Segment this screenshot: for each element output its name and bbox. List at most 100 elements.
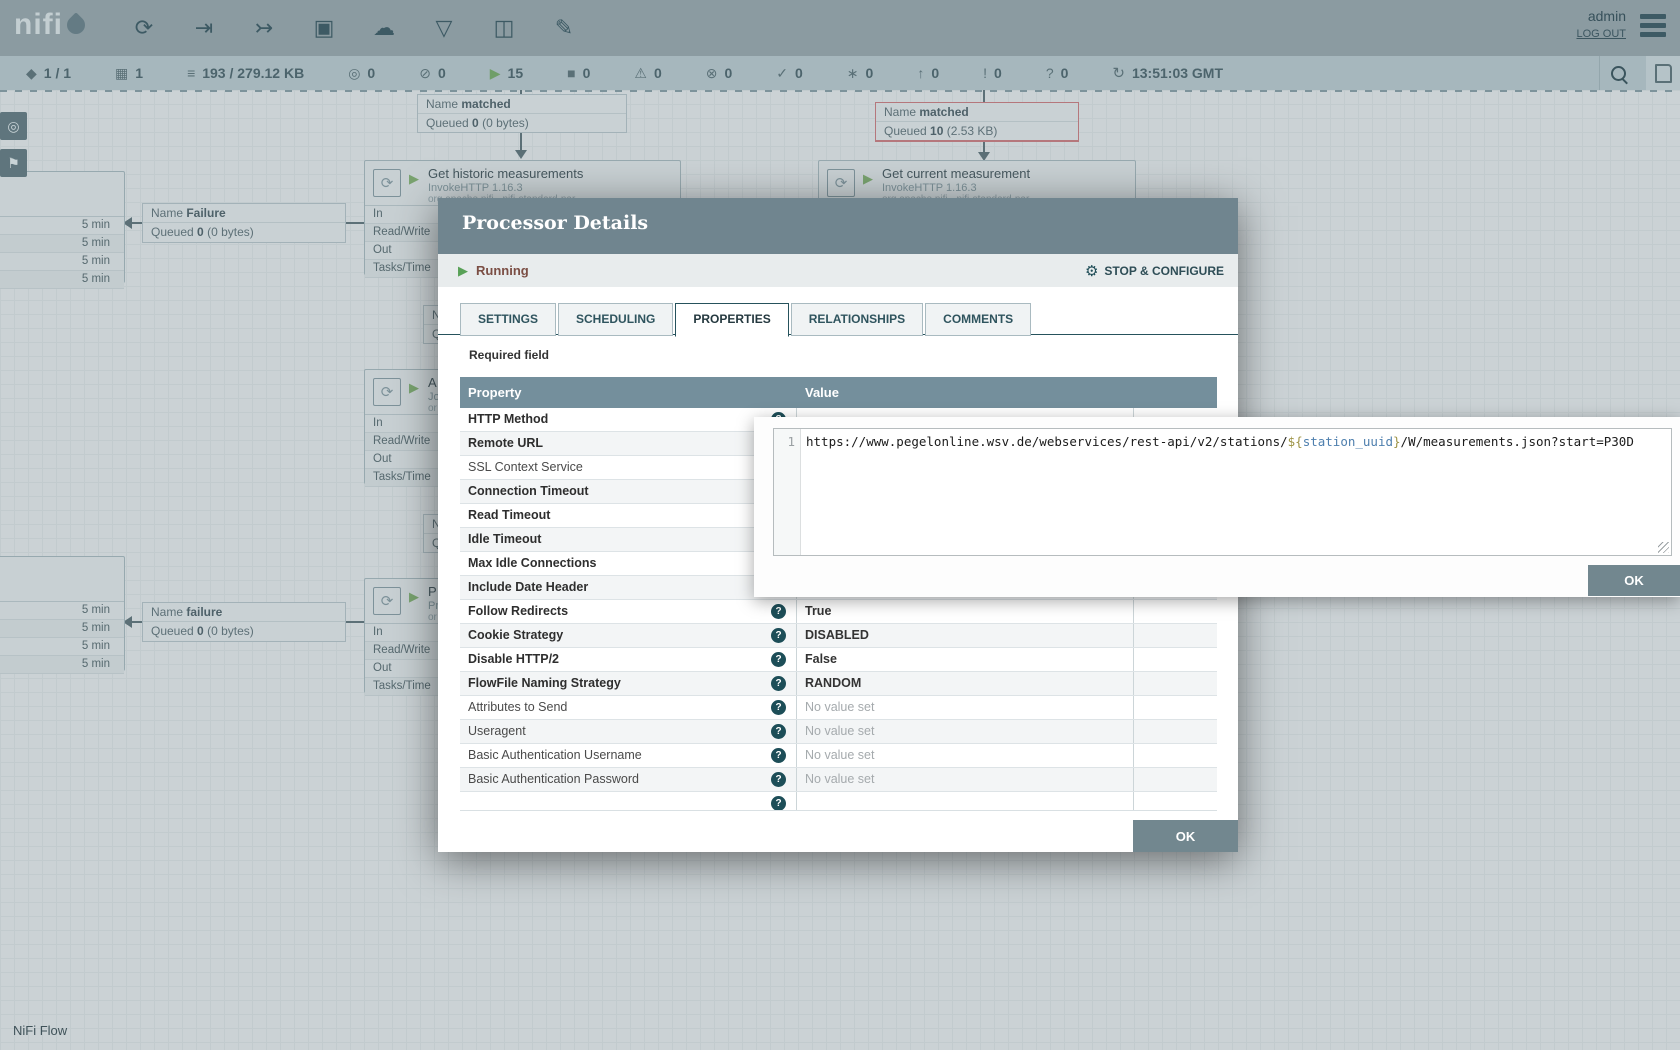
properties-table-header: Property Value	[460, 377, 1217, 408]
label-icon[interactable]: ✎	[548, 12, 580, 44]
url-token: ${	[1288, 434, 1303, 449]
refresh-icon[interactable]: ↻	[1112, 64, 1125, 82]
template-icon[interactable]: ◫	[488, 12, 520, 44]
editor-resize-handle[interactable]	[1658, 542, 1669, 553]
processor-run-icon: ▶	[863, 171, 873, 187]
connection-name-row: Name Failure	[143, 204, 345, 223]
invalid-icon: ⚠	[634, 65, 647, 82]
editor-code-line[interactable]: https://www.pegelonline.wsv.de/webservic…	[806, 434, 1665, 449]
property-value[interactable]: RANDOM	[797, 672, 1134, 695]
stop-and-configure-button[interactable]: ⚙ STOP & CONFIGURE	[1085, 262, 1224, 280]
nifi-app: nifi ⟳⇥↣▣☁▽◫✎ admin LOG OUT ◆1 / 1▦1≡193…	[0, 0, 1680, 1050]
dialog-ok-button[interactable]: OK	[1133, 820, 1238, 852]
funnel-icon[interactable]: ▽	[428, 12, 460, 44]
property-row: FlowFile Naming Strategy?RANDOM	[460, 672, 1217, 696]
status-locally-modified: ∗0	[847, 65, 874, 82]
value-editor[interactable]: 1 https://www.pegelonline.wsv.de/webserv…	[773, 428, 1672, 556]
status-disabled: ⊗0	[706, 65, 733, 82]
property-name: Disable HTTP/2?	[460, 648, 797, 671]
help-icon[interactable]: ?	[771, 652, 786, 667]
help-icon[interactable]: ?	[771, 628, 786, 643]
output-port-icon[interactable]: ↣	[248, 12, 280, 44]
active-threads-count: 1	[135, 65, 143, 81]
stale-icon: ↑	[917, 65, 924, 81]
tab-scheduling[interactable]: SCHEDULING	[558, 303, 673, 336]
help-icon[interactable]: ?	[771, 604, 786, 619]
processor-node[interactable]: 5 min5 min5 min5 min	[0, 556, 125, 671]
property-extra-cell	[1134, 672, 1217, 695]
property-value[interactable]: False	[797, 648, 1134, 671]
status-invalid: ⚠0	[634, 65, 661, 82]
process-group-icon[interactable]: ▣	[308, 12, 340, 44]
property-name: FlowFile Naming Strategy?	[460, 672, 797, 695]
canvas-ruler	[0, 90, 1680, 92]
processor-node[interactable]: 5 min5 min5 min5 min	[0, 171, 125, 283]
locally-modified-icon: ∗	[847, 65, 859, 82]
property-name: Basic Authentication Password?	[460, 768, 797, 791]
property-extra-cell	[1134, 744, 1217, 767]
breadcrumb[interactable]: NiFi Flow	[13, 1023, 67, 1038]
panel-toggle-button[interactable]	[1646, 56, 1680, 90]
help-icon[interactable]: ?	[771, 676, 786, 691]
processor-type: InvokeHTTP 1.16.3	[428, 182, 523, 194]
running-count: 15	[508, 65, 524, 81]
search-button[interactable]	[1599, 56, 1636, 90]
processor-name: P	[428, 584, 437, 599]
global-menu-icon[interactable]	[1640, 14, 1666, 41]
app-header: nifi ⟳⇥↣▣☁▽◫✎ admin LOG OUT	[0, 0, 1680, 56]
property-value[interactable]: True	[797, 600, 1134, 623]
processor-stat-value: 5 min	[0, 253, 124, 271]
property-value[interactable]: No value set	[797, 720, 1134, 743]
refresh-time: 13:51:03 GMT	[1132, 65, 1223, 81]
help-icon[interactable]: ?	[771, 796, 786, 811]
help-icon[interactable]: ?	[771, 772, 786, 787]
help-icon[interactable]: ?	[771, 700, 786, 715]
property-name: Include Date Header?	[460, 576, 797, 599]
gear-icon: ⚙	[1085, 262, 1098, 280]
input-port-icon[interactable]: ⇥	[188, 12, 220, 44]
property-row: Follow Redirects?True	[460, 600, 1217, 624]
property-value[interactable]: No value set	[797, 768, 1134, 791]
up-to-date-icon: ✓	[776, 65, 788, 82]
processor-title-area	[0, 172, 124, 217]
connection-label[interactable]: Name FailureQueued 0 (0 bytes)	[142, 203, 346, 243]
stale-count: 0	[931, 65, 939, 81]
connection-queued-row: Queued 0 (0 bytes)	[418, 114, 626, 132]
run-state-label: Running	[476, 263, 529, 278]
processor-stat-value: 5 min	[0, 271, 124, 289]
canvas-item-tag-icon[interactable]: ⚑	[0, 149, 27, 177]
connection-label[interactable]: Name failureQueued 0 (0 bytes)	[142, 602, 346, 642]
tab-properties[interactable]: PROPERTIES	[675, 303, 788, 337]
editor-ok-button[interactable]: OK	[1588, 565, 1680, 596]
property-value[interactable]: No value set	[797, 696, 1134, 719]
logout-link[interactable]: LOG OUT	[1576, 28, 1626, 40]
nifi-logo: nifi	[14, 8, 85, 42]
not-transmitting-icon: ⊘	[419, 65, 431, 82]
help-icon[interactable]: ?	[771, 748, 786, 763]
property-name: ?	[460, 792, 797, 811]
queued-count: 193 / 279.12 KB	[202, 65, 304, 81]
tab-relationships[interactable]: RELATIONSHIPS	[791, 303, 923, 336]
property-row: Disable HTTP/2?False	[460, 648, 1217, 672]
invalid-count: 0	[654, 65, 662, 81]
last-refresh: ↻ 13:51:03 GMT	[1112, 64, 1223, 82]
dialog-status-row: ▶ Running ⚙ STOP & CONFIGURE	[438, 254, 1238, 287]
canvas-item-target-icon[interactable]: ◎	[0, 112, 27, 140]
remote-process-group-icon[interactable]: ☁	[368, 12, 400, 44]
unknown-version-icon: ?	[1046, 65, 1054, 81]
connection-label[interactable]: Name matchedQueued 10 (2.53 KB)	[875, 102, 1079, 141]
processor-icon[interactable]: ⟳	[128, 12, 160, 44]
tab-settings[interactable]: SETTINGS	[460, 303, 556, 336]
up-to-date-count: 0	[795, 65, 803, 81]
property-value[interactable]: No value set	[797, 744, 1134, 767]
sync-failure-count: 0	[994, 65, 1002, 81]
connection-label[interactable]: Name matchedQueued 0 (0 bytes)	[417, 94, 627, 133]
property-value[interactable]	[797, 792, 1134, 811]
active-threads-icon: ▦	[115, 65, 128, 82]
stop-and-configure-label: STOP & CONFIGURE	[1104, 264, 1224, 278]
connection-arrow-icon	[515, 150, 527, 159]
help-icon[interactable]: ?	[771, 724, 786, 739]
tab-comments[interactable]: COMMENTS	[925, 303, 1031, 336]
url-token: /W/measurements.json?start=P30D	[1401, 434, 1634, 449]
property-value[interactable]: DISABLED	[797, 624, 1134, 647]
